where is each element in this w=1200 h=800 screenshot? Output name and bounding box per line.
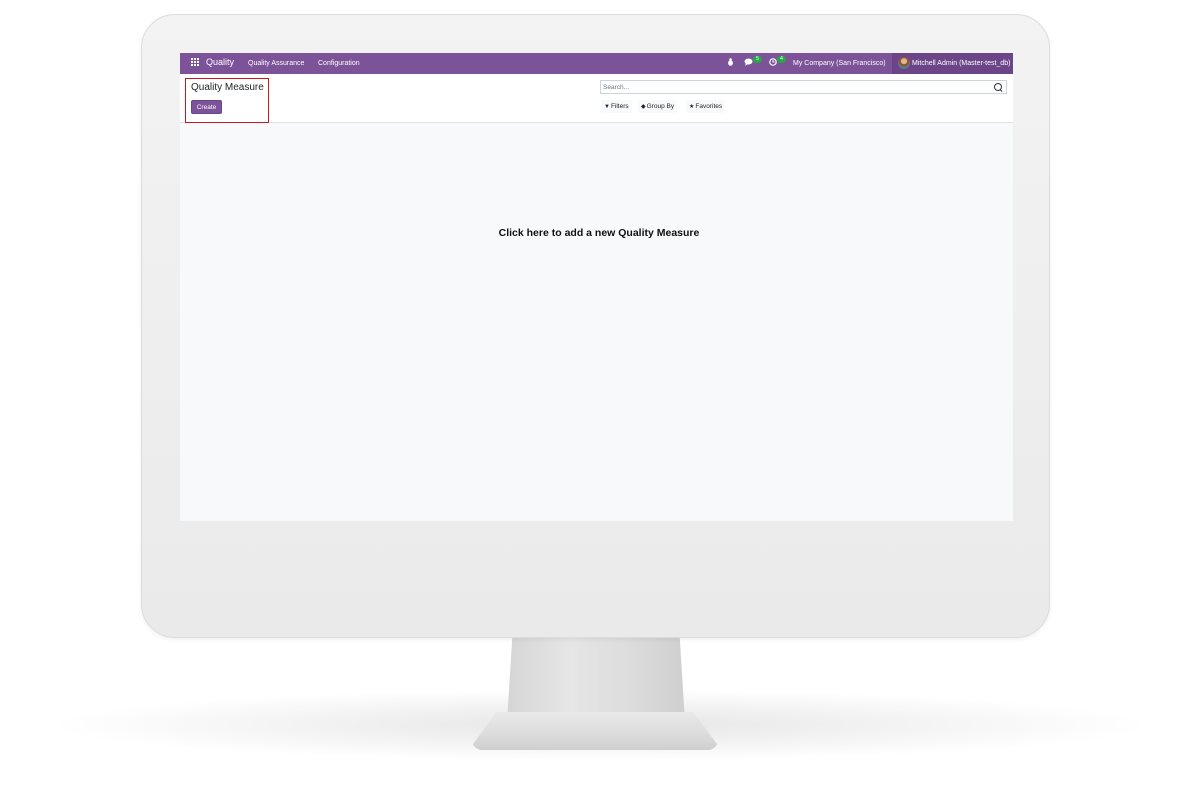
breadcrumb: Quality Measure xyxy=(191,82,264,93)
filters-label: Filters xyxy=(610,103,629,110)
app-screen: Quality Quality Assurance Configuration … xyxy=(180,53,1013,521)
apps-grid-icon[interactable] xyxy=(191,58,199,66)
monitor-stand-base xyxy=(472,712,718,750)
filters-button[interactable]: ▼Filters xyxy=(601,100,632,113)
top-navbar: Quality Quality Assurance Configuration … xyxy=(180,53,1013,74)
app-name[interactable]: Quality xyxy=(206,57,234,67)
filter-icon: ▼ xyxy=(604,104,610,110)
company-switcher[interactable]: My Company (San Francisco) xyxy=(793,60,886,67)
activities-badge: 4 xyxy=(777,56,786,63)
monitor-stand-neck xyxy=(507,636,685,722)
group-by-label: Group By xyxy=(646,103,675,110)
messages-badge: 5 xyxy=(753,56,762,63)
favorites-label: Favorites xyxy=(695,103,723,110)
empty-state-message[interactable]: Click here to add a new Quality Measure xyxy=(180,227,1013,239)
layers-icon: ◆ xyxy=(641,104,646,110)
avatar xyxy=(898,57,910,69)
chat-icon[interactable] xyxy=(744,58,753,68)
favorites-button[interactable]: ★Favorites xyxy=(686,100,726,113)
search-icon[interactable] xyxy=(994,83,1002,91)
search-bar xyxy=(600,80,1007,94)
menu-quality-assurance[interactable]: Quality Assurance xyxy=(248,60,304,67)
clock-icon[interactable] xyxy=(769,58,777,68)
user-name: Mitchell Admin (Master-test_db) xyxy=(912,60,1011,67)
menu-configuration[interactable]: Configuration xyxy=(318,60,360,67)
bug-icon[interactable] xyxy=(727,58,734,68)
user-menu[interactable]: Mitchell Admin (Master-test_db) xyxy=(892,53,1013,74)
create-button[interactable]: Create xyxy=(191,100,222,114)
group-by-button[interactable]: ◆Group By xyxy=(638,100,678,113)
control-panel: Quality Measure Create ▼Filters ◆Group B… xyxy=(180,74,1013,123)
star-icon: ★ xyxy=(689,104,695,110)
search-input[interactable] xyxy=(603,82,983,92)
